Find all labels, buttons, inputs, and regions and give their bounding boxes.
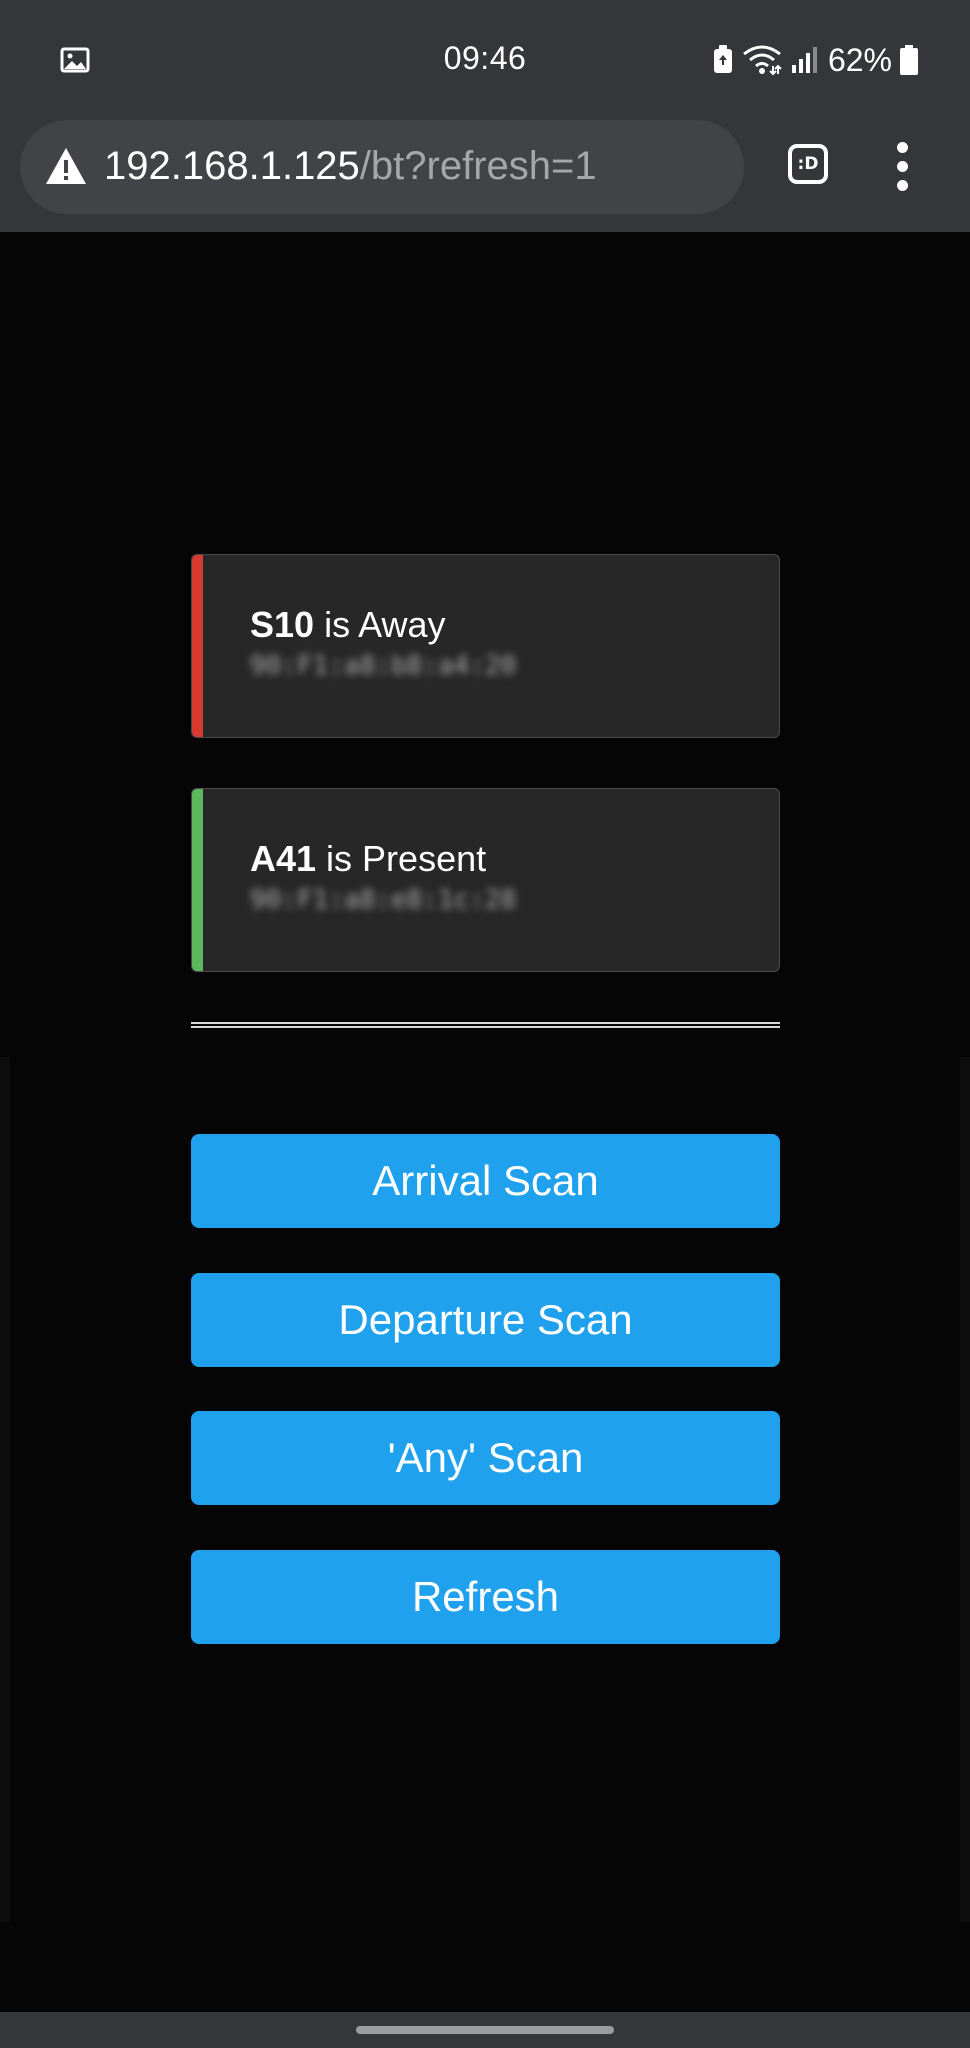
page-content: S10 is Away 90:F1:a8:b8:a4:20 A41 is Pre… — [0, 232, 970, 2012]
device-card-s10: S10 is Away 90:F1:a8:b8:a4:20 — [191, 554, 780, 738]
refresh-button[interactable]: Refresh — [191, 1550, 780, 1644]
signal-icon — [791, 47, 817, 73]
device-status: is Present — [316, 838, 487, 879]
status-bar: 09:46 62% — [0, 0, 970, 120]
side-strip — [960, 1057, 970, 1922]
divider — [191, 1022, 780, 1028]
browser-toolbar: 192.168.1.125/bt?refresh=1 :D — [0, 120, 970, 232]
status-icons: 62% — [712, 40, 918, 80]
device-mac: 90:F1:a8:e8:1c:28 — [250, 885, 517, 915]
side-strip — [0, 1057, 10, 1922]
status-accent-present — [192, 789, 203, 971]
status-accent-away — [192, 555, 203, 737]
home-gesture-handle[interactable] — [356, 2026, 614, 2034]
more-menu-icon[interactable] — [894, 142, 910, 192]
departure-scan-button[interactable]: Departure Scan — [191, 1273, 780, 1367]
device-name: S10 — [250, 604, 315, 645]
address-bar[interactable]: 192.168.1.125/bt?refresh=1 — [20, 120, 744, 214]
warning-icon[interactable] — [44, 146, 88, 186]
battery-saver-icon — [713, 45, 732, 73]
url-path: /bt?refresh=1 — [359, 144, 597, 188]
device-title: A41 is Present — [250, 837, 486, 881]
url-text[interactable]: 192.168.1.125/bt?refresh=1 — [104, 142, 597, 190]
navigation-bar — [0, 2012, 970, 2048]
any-scan-button[interactable]: 'Any' Scan — [191, 1411, 780, 1505]
arrival-scan-button[interactable]: Arrival Scan — [191, 1134, 780, 1228]
battery-percent: 62% — [827, 41, 892, 78]
device-card-a41: A41 is Present 90:F1:a8:e8:1c:28 — [191, 788, 780, 972]
battery-icon — [900, 45, 918, 75]
device-mac: 90:F1:a8:b8:a4:20 — [250, 651, 517, 681]
url-host: 192.168.1.125 — [104, 144, 360, 188]
device-name: A41 — [250, 838, 317, 879]
device-status: is Away — [314, 604, 446, 645]
device-title: S10 is Away — [250, 603, 445, 647]
tab-switcher-icon[interactable]: :D — [788, 144, 828, 184]
wifi-icon — [743, 45, 782, 76]
